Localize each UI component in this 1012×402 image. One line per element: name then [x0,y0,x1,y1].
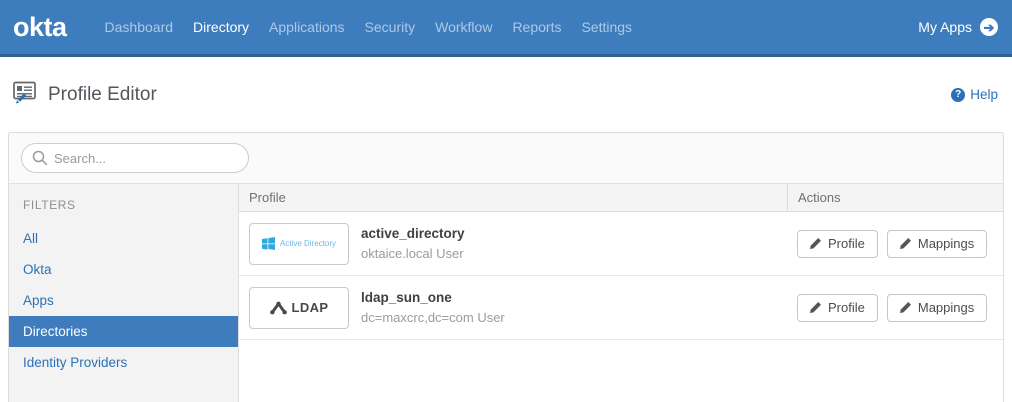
nav-reports[interactable]: Reports [502,0,571,54]
mappings-button-label: Mappings [918,300,974,315]
search-input[interactable] [21,143,249,173]
profile-button-label: Profile [828,236,865,251]
pencil-icon [810,238,821,249]
nav-security[interactable]: Security [355,0,426,54]
filters-heading: FILTERS [9,184,238,214]
profile-text: active_directory oktaice.local User [361,226,465,261]
mappings-button-label: Mappings [918,236,974,251]
profile-editor-icon [13,81,38,109]
help-label: Help [970,87,998,102]
nav-applications[interactable]: Applications [259,0,355,54]
pencil-icon [810,302,821,313]
search-box [21,143,249,173]
active-directory-logo-label: Active Directory [280,239,336,248]
mappings-button[interactable]: Mappings [887,230,987,258]
column-header-actions: Actions [787,184,1003,211]
filter-apps[interactable]: Apps [9,285,238,316]
filter-list: All Okta Apps Directories Identity Provi… [9,223,238,378]
profile-name: active_directory [361,226,465,241]
profile-description: oktaice.local User [361,246,465,261]
ldap-icon [270,301,287,315]
filter-okta[interactable]: Okta [9,254,238,285]
okta-logo[interactable]: okta [13,12,67,43]
filter-all[interactable]: All [9,223,238,254]
pencil-icon [900,238,911,249]
title-group: Profile Editor [13,81,157,109]
active-directory-logo: Active Directory [249,223,349,265]
panel-body: FILTERS All Okta Apps Directories Identi… [9,184,1003,402]
profiles-table: Profile Actions Active Directory acti [239,184,1003,402]
table-row-ldap: LDAP ldap_sun_one dc=maxcrc,dc=com User … [239,276,1003,340]
top-nav-bar: okta Dashboard Directory Applications Se… [0,0,1012,57]
help-icon: ? [951,88,965,102]
filter-identity-providers[interactable]: Identity Providers [9,347,238,378]
profile-editor-panel: FILTERS All Okta Apps Directories Identi… [8,132,1004,402]
ldap-logo-label: LDAP [292,300,329,315]
profile-description: dc=maxcrc,dc=com User [361,310,505,325]
profile-button[interactable]: Profile [797,230,878,258]
search-row [9,133,1003,184]
table-header: Profile Actions [239,184,1003,212]
pencil-icon [900,302,911,313]
column-header-profile: Profile [239,184,787,211]
nav-settings[interactable]: Settings [571,0,642,54]
profile-name: ldap_sun_one [361,290,505,305]
profile-cell: LDAP ldap_sun_one dc=maxcrc,dc=com User [239,287,787,329]
filters-sidebar: FILTERS All Okta Apps Directories Identi… [9,184,239,402]
my-apps-link[interactable]: My Apps ➔ [918,18,998,36]
my-apps-label: My Apps [918,19,972,35]
profile-cell: Active Directory active_directory oktaic… [239,223,787,265]
help-link[interactable]: ? Help [951,87,998,102]
filter-directories[interactable]: Directories [9,316,238,347]
search-icon [32,150,48,166]
profile-button-label: Profile [828,300,865,315]
okta-admin-app: okta Dashboard Directory Applications Se… [0,0,1012,402]
table-row-active-directory: Active Directory active_directory oktaic… [239,212,1003,276]
page-title-bar: Profile Editor ? Help [0,57,1012,132]
ldap-logo: LDAP [249,287,349,329]
page-title: Profile Editor [48,84,157,106]
primary-nav: Dashboard Directory Applications Securit… [95,0,643,54]
arrow-right-icon: ➔ [980,18,998,36]
profile-button[interactable]: Profile [797,294,878,322]
nav-directory[interactable]: Directory [183,0,259,54]
nav-workflow[interactable]: Workflow [425,0,502,54]
nav-dashboard[interactable]: Dashboard [95,0,184,54]
mappings-button[interactable]: Mappings [887,294,987,322]
actions-cell: Profile Mappings [787,294,1003,322]
windows-icon [262,237,275,250]
actions-cell: Profile Mappings [787,230,1003,258]
profile-text: ldap_sun_one dc=maxcrc,dc=com User [361,290,505,325]
